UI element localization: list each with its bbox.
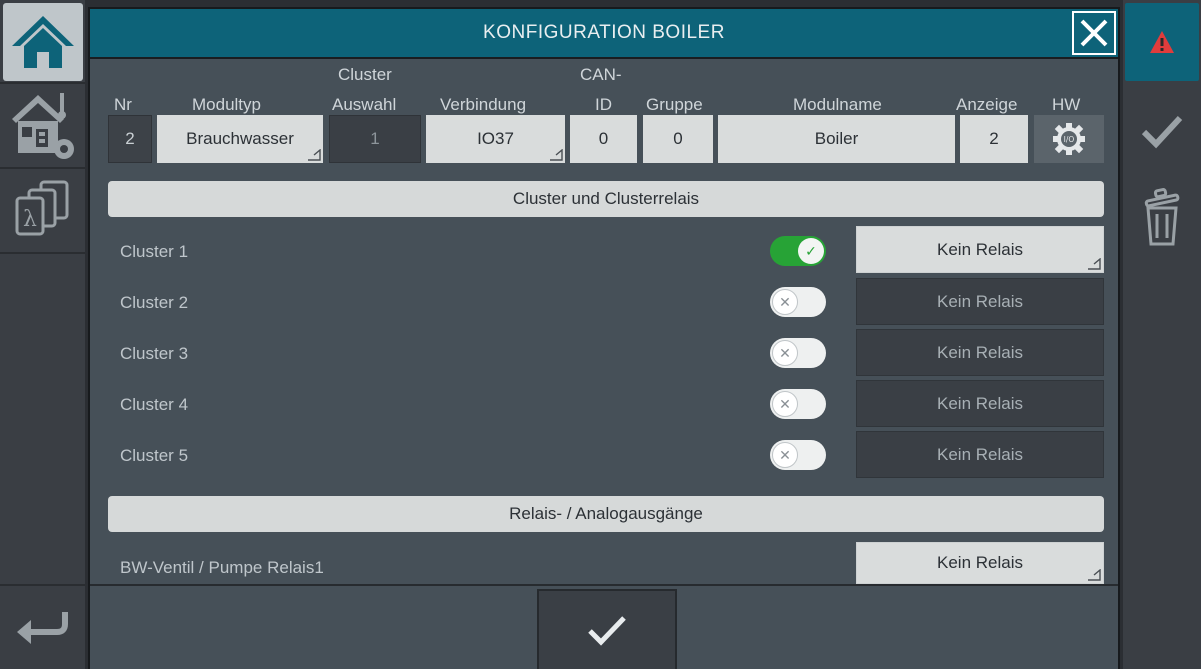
gruppe-field[interactable]: 0	[643, 115, 713, 163]
right-sidebar	[1123, 0, 1201, 669]
close-button[interactable]	[1072, 11, 1116, 55]
x-icon: ✕	[772, 289, 798, 315]
can-id-field[interactable]: 0	[570, 115, 637, 163]
cluster-5-relay-dropdown: Kein Relais	[856, 431, 1104, 478]
title-bar: KONFIGURATION BOILER	[90, 9, 1118, 59]
divider	[0, 252, 85, 254]
dropdown-corner-icon	[1088, 258, 1101, 270]
cluster-row-label: Cluster 4	[120, 395, 189, 414]
cluster-row-label: Cluster 1	[120, 242, 189, 261]
verbindung-dropdown[interactable]: IO37	[426, 115, 565, 163]
checkmark-icon	[588, 616, 626, 646]
lambda-pages-icon: λ	[15, 180, 69, 236]
hw-gear-icon: I/O	[1053, 123, 1085, 155]
save-button[interactable]	[1125, 91, 1199, 173]
gruppe-label: Gruppe	[646, 95, 703, 114]
output-relay-dropdown[interactable]: Kein Relais	[856, 542, 1104, 584]
output-row-label: BW-Ventil / Pumpe Relais1	[120, 558, 324, 577]
relay-value: Kein Relais	[937, 291, 1023, 311]
cluster-2-toggle[interactable]: ✕	[770, 287, 826, 317]
cluster-3-relay-dropdown: Kein Relais	[856, 329, 1104, 376]
x-icon: ✕	[772, 391, 798, 417]
nr-value: 2	[125, 129, 135, 148]
cluster-1-relay-dropdown[interactable]: Kein Relais	[856, 226, 1104, 273]
cluster-row-label: Cluster 2	[120, 293, 189, 312]
trash-icon	[1144, 188, 1180, 246]
relay-value: Kein Relais	[937, 553, 1023, 572]
dropdown-corner-icon	[308, 149, 321, 161]
canid-label-line1: CAN-	[580, 65, 622, 84]
alert-button[interactable]	[1125, 3, 1199, 81]
dropdown-corner-icon	[1088, 569, 1101, 581]
output-section-header: Relais- / Analogausgänge	[108, 496, 1104, 532]
dialog-title: KONFIGURATION BOILER	[483, 22, 725, 43]
x-icon: ✕	[772, 442, 798, 468]
modultyp-value: Brauchwasser	[186, 129, 294, 148]
verbindung-value: IO37	[477, 129, 514, 148]
cluster-row-label: Cluster 3	[120, 344, 189, 363]
cluster-5-toggle[interactable]: ✕	[770, 440, 826, 470]
cluster-section-title: Cluster und Clusterrelais	[512, 189, 700, 208]
cluster-section-header: Cluster und Clusterrelais	[108, 181, 1104, 217]
modultyp-label: Modultyp	[192, 95, 261, 114]
dropdown-corner-icon	[550, 149, 563, 161]
cluster-1-toggle[interactable]: ✓	[770, 236, 826, 266]
x-icon: ✕	[772, 340, 798, 366]
back-button[interactable]	[3, 586, 83, 666]
house-settings-icon	[12, 93, 74, 159]
anzeige-field[interactable]: 2	[960, 115, 1028, 163]
delete-button[interactable]	[1125, 176, 1199, 258]
cluster-2-relay-dropdown: Kein Relais	[856, 278, 1104, 325]
gruppe-value: 0	[673, 129, 683, 148]
checkmark-icon	[1141, 115, 1183, 149]
lambda-pages-button[interactable]: λ	[3, 169, 83, 251]
cluster-4-toggle[interactable]: ✕	[770, 389, 826, 419]
output-section-title: Relais- / Analogausgänge	[509, 504, 703, 523]
modulname-label: Modulname	[793, 95, 882, 114]
hw-icon-text: I/O	[1064, 135, 1075, 144]
verbindung-label: Verbindung	[440, 95, 527, 114]
relay-value: Kein Relais	[937, 239, 1023, 259]
modultyp-dropdown[interactable]: Brauchwasser	[157, 115, 323, 163]
cluster-label-line2: Auswahl	[332, 95, 397, 114]
relay-value: Kein Relais	[937, 342, 1023, 362]
anzeige-label: Anzeige	[956, 95, 1018, 114]
cluster-3-toggle[interactable]: ✕	[770, 338, 826, 368]
check-icon: ✓	[798, 238, 824, 264]
house-settings-button[interactable]	[3, 84, 83, 166]
svg-text:λ: λ	[23, 207, 37, 232]
canid-label-line2: ID	[595, 95, 612, 114]
hw-button[interactable]: I/O	[1034, 115, 1104, 163]
home-icon	[12, 16, 74, 68]
cluster-auswahl-value: 1	[370, 129, 380, 148]
close-icon	[1080, 19, 1108, 47]
confirm-button[interactable]	[537, 589, 677, 669]
anzeige-value: 2	[989, 129, 999, 148]
relay-value: Kein Relais	[937, 444, 1023, 464]
cluster-auswahl-field: 1	[329, 115, 421, 163]
back-arrow-icon	[17, 612, 68, 644]
cluster-label-line1: Cluster	[338, 65, 392, 84]
warning-icon	[1150, 31, 1174, 53]
cluster-row-label: Cluster 5	[120, 446, 189, 465]
can-id-value: 0	[598, 129, 609, 148]
nr-field: 2	[108, 115, 152, 163]
nr-label: Nr	[114, 95, 132, 114]
left-sidebar: λ	[0, 0, 85, 669]
modulname-field[interactable]: Boiler	[718, 115, 955, 163]
relay-value: Kein Relais	[937, 393, 1023, 413]
home-button[interactable]	[3, 3, 83, 81]
hw-label: HW	[1052, 95, 1081, 114]
config-dialog: KONFIGURATION BOILER Nr Modultyp Cluster…	[88, 7, 1120, 669]
modulname-value: Boiler	[814, 129, 859, 148]
cluster-4-relay-dropdown: Kein Relais	[856, 380, 1104, 427]
